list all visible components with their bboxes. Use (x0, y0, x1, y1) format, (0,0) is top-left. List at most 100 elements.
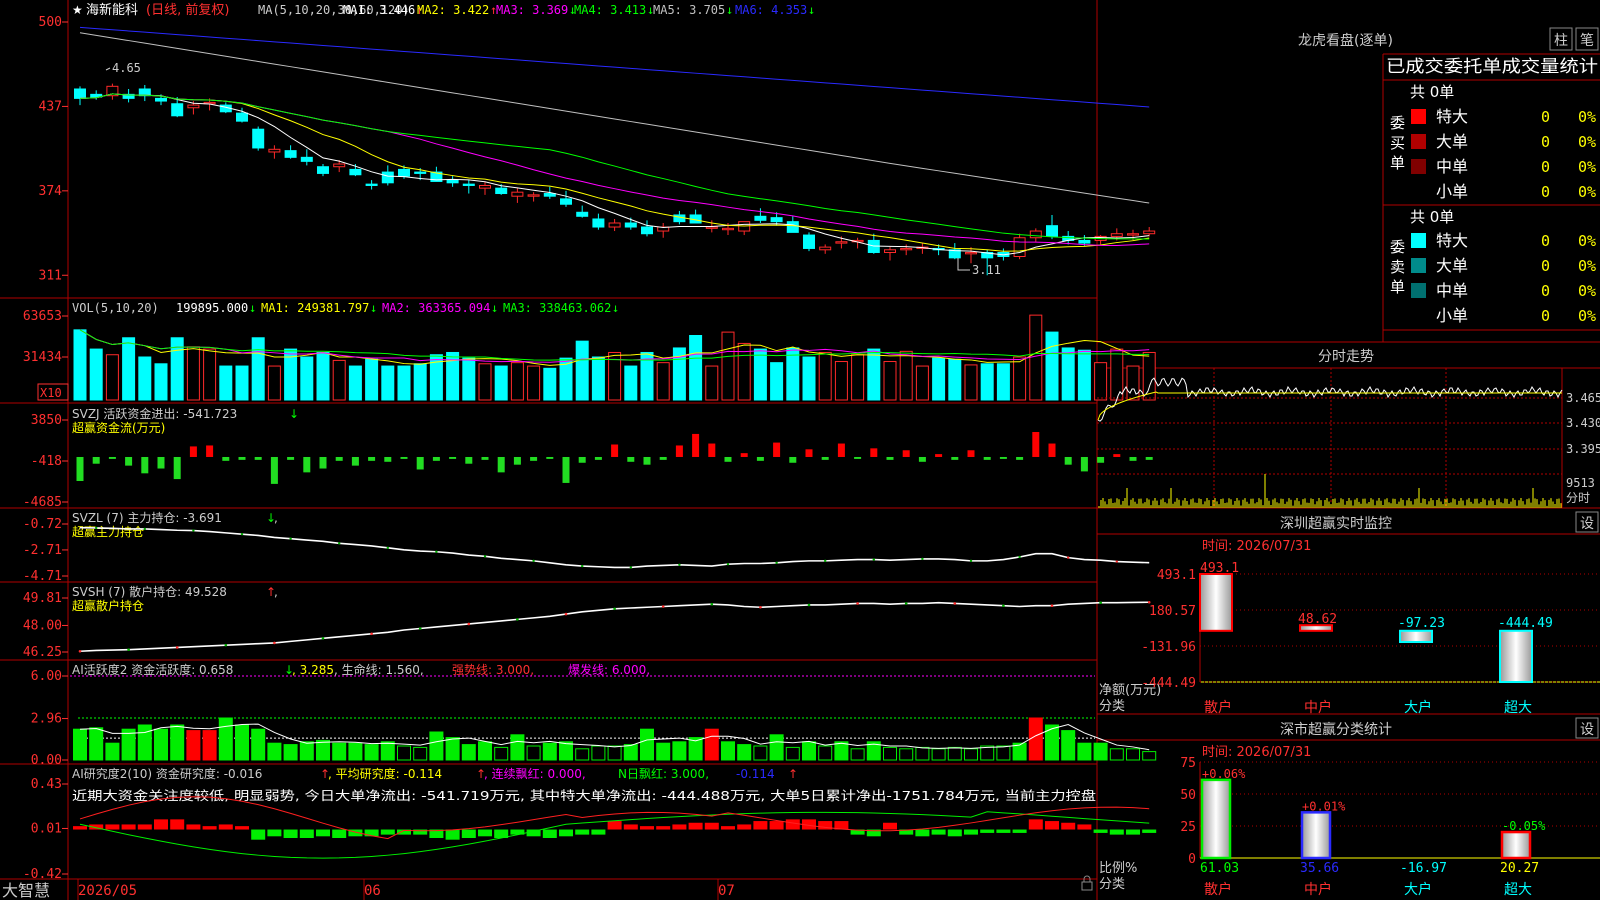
candle (1029, 230, 1042, 239)
svzl-point (386, 546, 389, 550)
vol-bar (818, 351, 832, 401)
svzj-bar (157, 456, 165, 469)
ai1-bar (915, 746, 930, 761)
lock-icon[interactable] (1081, 881, 1093, 891)
ai-activity-axis: 6.00 2.96 0.00 (31, 669, 68, 768)
candle (300, 156, 313, 162)
stock-name[interactable]: 海新能科 (86, 2, 138, 18)
ai1-bar (105, 742, 120, 761)
buy-swatch-0 (1411, 109, 1426, 124)
order-stats-tabs[interactable]: 已成交委托单成交量统计 (1386, 57, 1598, 77)
svzj-bar (1097, 456, 1105, 463)
buy-name-1: 大单 (1436, 132, 1468, 151)
cls-top-label-1: +0.01% (1302, 799, 1346, 813)
cls-ratio-chart: 75 50 25 0 +0.06% 61.03 散户 +0.01% 35.66 中户 -16.97 大… (1180, 756, 1600, 898)
buy-pct-2: 0% (1578, 158, 1596, 176)
svzj-bar (756, 456, 764, 461)
ai2-comment: 近期大资金关注度较低, 明显弱势, 今日大单净流出: -541.719万元, 其… (72, 788, 1096, 803)
bar-mode-button[interactable]: 柱 (1554, 33, 1568, 49)
ai1-life: , 生命线: 1.560, (334, 662, 424, 677)
vol-bar (316, 351, 330, 401)
svsh-point (613, 607, 616, 611)
sz-bar-2 (1399, 629, 1433, 643)
sz-cat-3: 超大 (1504, 700, 1532, 716)
buy-label-1: 委 (1390, 114, 1405, 132)
ai2-tick-1: 0.01 (31, 821, 62, 836)
svsh-point (1099, 601, 1102, 605)
ai1-bar (510, 734, 525, 761)
sell-label-3: 单 (1390, 278, 1405, 296)
ai2-bar (1109, 829, 1124, 835)
cls-top-label-3: -0.05% (1502, 819, 1546, 833)
buy-count-2: 0 (1541, 158, 1550, 176)
svzj-chart (76, 432, 1153, 484)
sell-count-2: 0 (1541, 282, 1550, 300)
ma-values: MA1: 3.446 ↑MA2: 3.422 ↑MA3: 3.369 ↓MA4: 3.… (343, 3, 815, 17)
vol-bar (1013, 356, 1027, 401)
ai2-prefix: AI研究度2(10) 资金研究度: -0.016 (72, 766, 262, 781)
svzj-bar (481, 456, 489, 460)
ai1-tick-2: 0.00 (31, 753, 62, 768)
period-label[interactable]: (日线, 前复权) (146, 2, 229, 18)
vol-bar (251, 337, 265, 401)
cls-cat-3: 超大 (1504, 882, 1532, 898)
svsh-point (1050, 604, 1054, 608)
svzj-bar (92, 456, 100, 464)
ai1-bar (267, 742, 282, 761)
svzj-bar (351, 456, 359, 466)
ma-value-1: MA1: 3.446 (343, 3, 415, 17)
ai2-bar (559, 829, 573, 837)
pen-mode-button[interactable]: 笔 (1580, 33, 1594, 49)
ai1-bar (1093, 742, 1108, 761)
ai1-bar (1028, 717, 1043, 761)
intraday-axis-2: 3.430 (1566, 416, 1600, 430)
ai1-bar (218, 717, 233, 761)
ai2-bar (316, 829, 330, 837)
ai1-bar (883, 746, 897, 761)
svzj-bar (270, 456, 278, 484)
buy-pct-3: 0% (1578, 183, 1596, 201)
ai1-bar (251, 728, 266, 761)
buy-orders-section: 委 买 单 共 0单 特大 0 0% 大单 0 0% 中单 0 0% 小单 0 0% (1390, 83, 1596, 201)
ai1-bar (899, 748, 914, 761)
svzl-point (872, 558, 875, 561)
svzj-axis: 3850 -418 -4685 (23, 413, 68, 510)
sz-cat-2: 大户 (1404, 699, 1432, 716)
ai2-bar (1061, 822, 1076, 830)
vol-bar (1126, 365, 1140, 401)
vol-bar (381, 365, 395, 401)
vol-bar (527, 365, 541, 401)
ai2-arrow3: ↑ (788, 767, 798, 781)
vol-bar (802, 356, 816, 401)
svzj-bar (1064, 456, 1072, 465)
ai1-bar (348, 742, 363, 761)
svzj-bar (692, 433, 700, 457)
vol-bar (105, 354, 119, 401)
ai2-bar (980, 829, 995, 833)
ai1-bar (559, 741, 573, 761)
svsh-point (564, 612, 568, 616)
svsh-tick-0: 49.81 (23, 591, 62, 606)
svzj-bar (611, 444, 619, 457)
price-axis: 500 437 374 311 (39, 15, 68, 283)
svzl-point (1115, 560, 1119, 563)
ai1-bar (73, 728, 87, 761)
vol-bar (186, 346, 200, 401)
svzj-title: SVZJ 活跃资金进出: -541.723 (72, 406, 237, 421)
ai2-npr: N日飘红: 3.000, (618, 766, 709, 781)
svzj-bar (1145, 456, 1153, 460)
ai1-bar (640, 728, 654, 761)
ai1-bar (721, 741, 735, 761)
sell-label-1: 委 (1390, 238, 1405, 256)
vol-tick-1: 31434 (23, 350, 62, 365)
svzl-tick-2: -4.71 (23, 569, 62, 584)
svzl-point (435, 550, 438, 553)
cls-settings-button[interactable]: 设 (1580, 722, 1594, 738)
svzj-bar (1048, 443, 1056, 457)
svzj-bar (173, 456, 181, 480)
sz-settings-button[interactable]: 设 (1580, 516, 1594, 532)
ai1-bar (850, 748, 865, 761)
candle (268, 148, 281, 153)
vol-bar (948, 358, 962, 401)
buy-name-0: 特大 (1436, 107, 1468, 126)
